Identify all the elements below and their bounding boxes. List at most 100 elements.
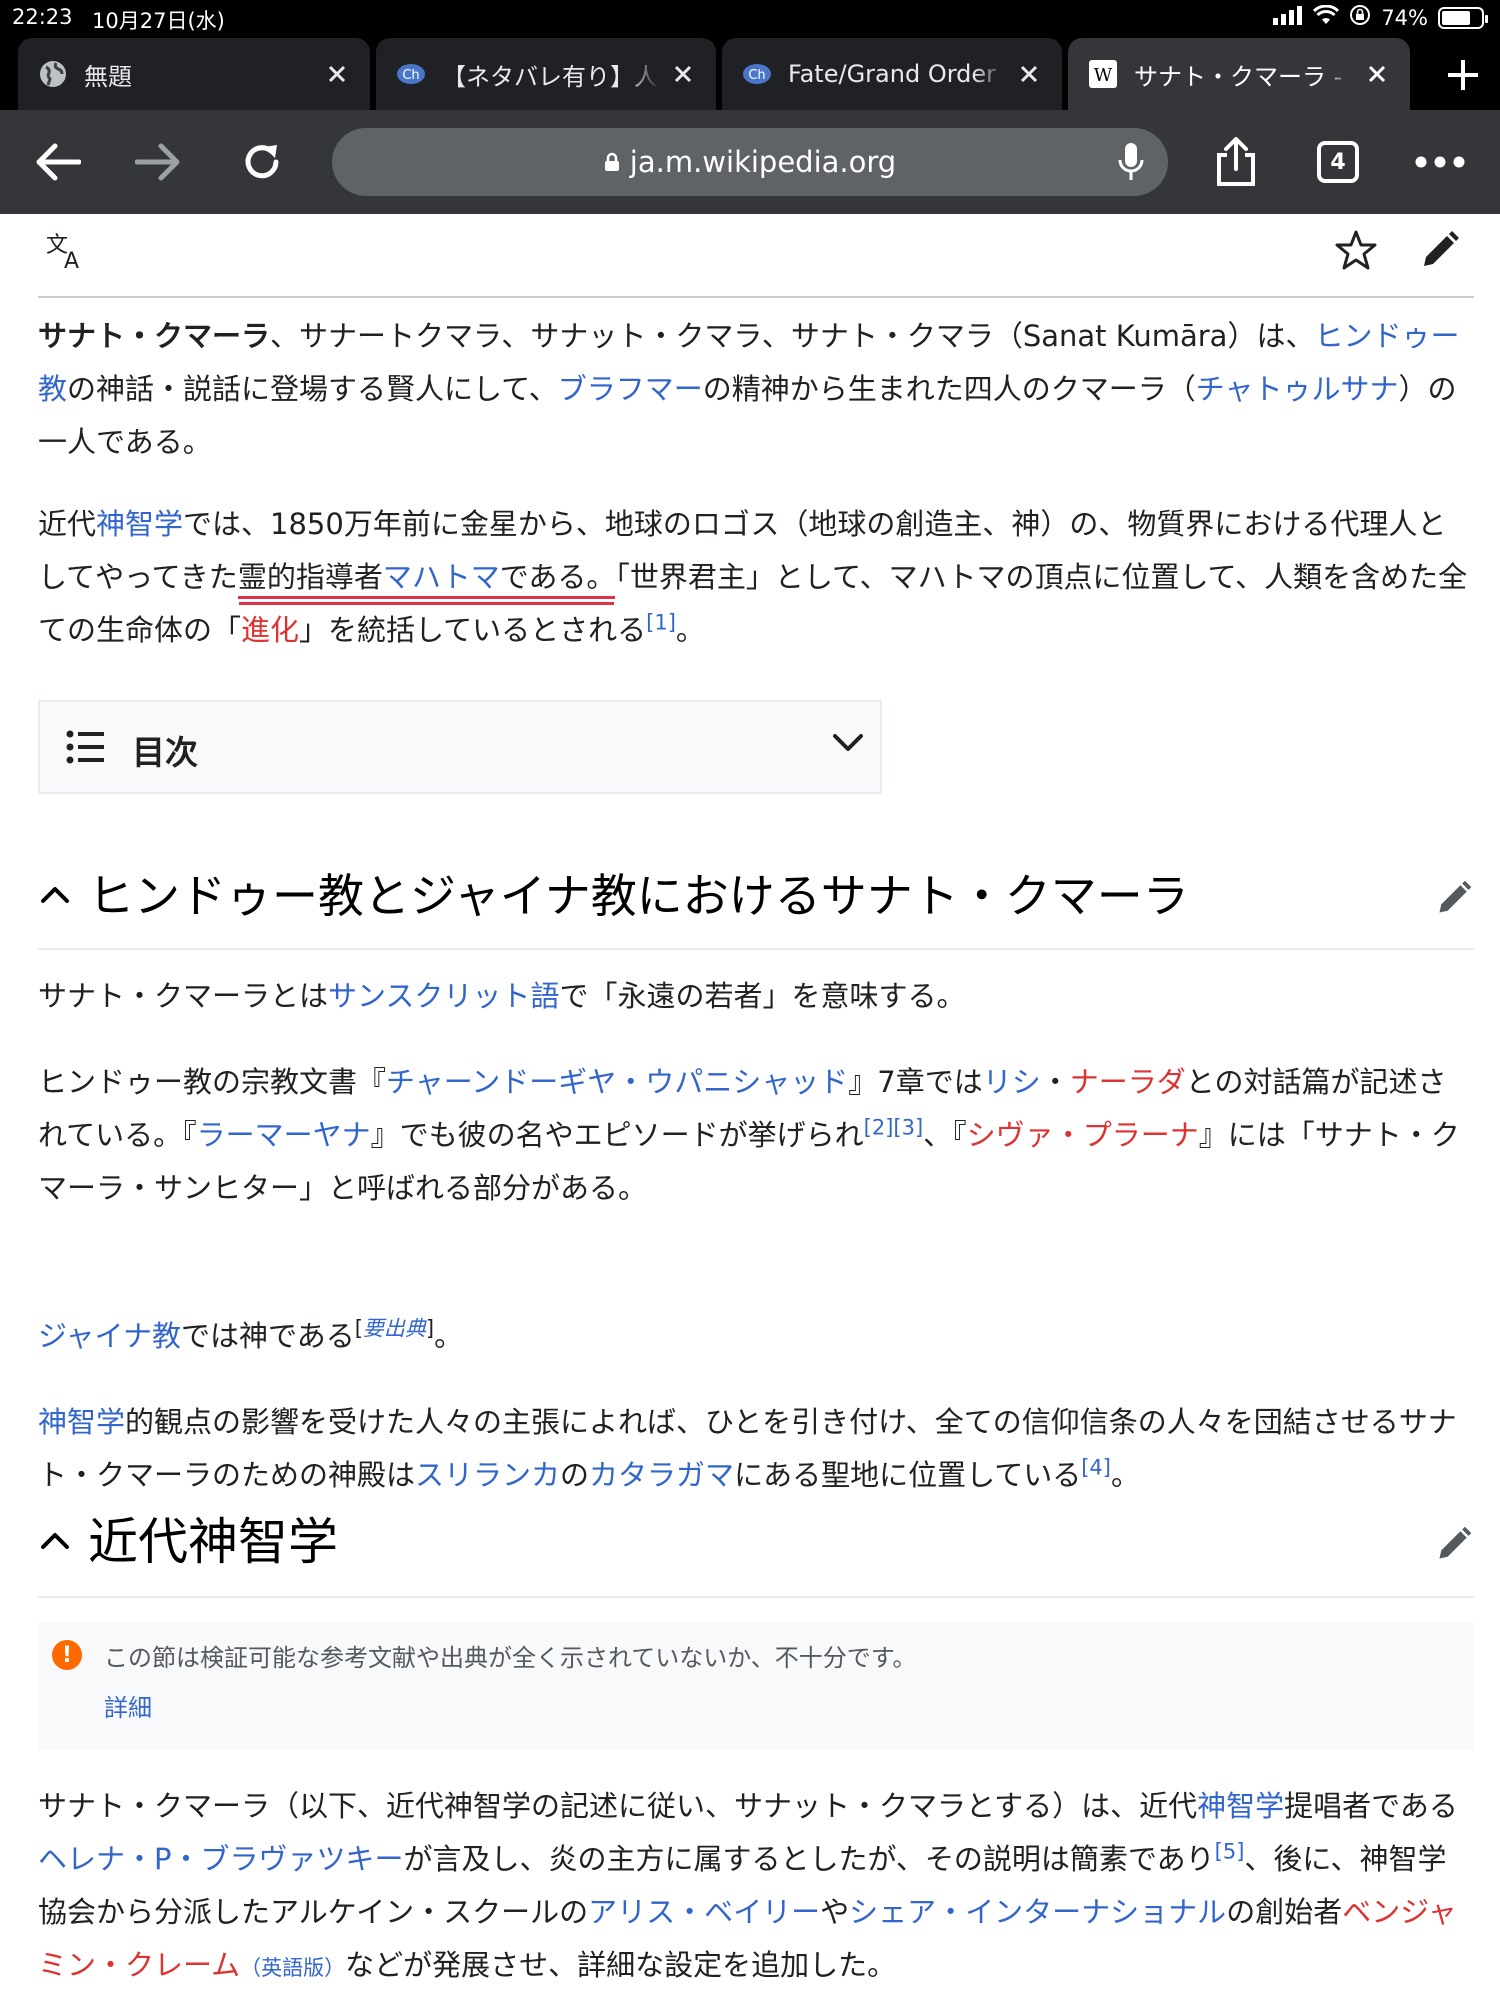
link-theosophy[interactable]: 神智学 (1197, 1789, 1284, 1823)
reference-4[interactable]: [4] (1081, 1455, 1111, 1479)
text: 提唱者である (1284, 1789, 1458, 1823)
link-english-version[interactable]: （英語版） (240, 1956, 345, 1980)
watch-star-icon[interactable] (1334, 228, 1378, 276)
tab-title: サナト・クマーラ - (1134, 62, 1343, 91)
text: の創始者 (1226, 1895, 1343, 1929)
chevron-up-icon[interactable] (40, 884, 70, 908)
forward-icon[interactable] (128, 132, 188, 192)
edit-pencil-icon[interactable] (1434, 1524, 1474, 1568)
redlink-narada[interactable]: ナーラダ (1070, 1065, 1186, 1099)
text: ・ (1040, 1065, 1070, 1099)
address-bar[interactable]: ja.m.wikipedia.org (332, 128, 1168, 196)
text: 近代 (38, 507, 97, 541)
browser-tab-active[interactable]: W サナト・クマーラ - (1068, 38, 1410, 110)
section2-paragraph-1: サナト・クマーラ（以下、近代神智学の記述に従い、サナット・クマラとする）は、近代… (38, 1780, 1474, 1995)
tab-close-icon[interactable] (668, 59, 698, 89)
reload-icon[interactable] (232, 132, 292, 192)
browser-toolbar: ja.m.wikipedia.org 4 (0, 110, 1500, 214)
browser-tab[interactable]: 無題 (18, 38, 370, 110)
text: サナト・クマーラ（以下、近代神智学の記述に従い、サナット・クマラとする）は、近代 (38, 1789, 1198, 1823)
tab-close-icon[interactable] (1362, 59, 1392, 89)
link-theosophy[interactable]: 神智学 (96, 507, 183, 541)
link-mahatma[interactable]: マハトマ (383, 560, 500, 594)
text: 、サナートクマラ、サナット・クマラ、サナト・クマラ（Sanat Kumāra）は… (270, 319, 1315, 353)
svg-text:W: W (1094, 65, 1113, 86)
link-kataragama[interactable]: カタラガマ (589, 1458, 734, 1492)
section-title: ヒンドゥー教とジャイナ教におけるサナト・クマーラ (88, 869, 1189, 923)
link-brahma[interactable]: ブラフマー (558, 372, 703, 406)
link-sanskrit[interactable]: サンスクリット語 (328, 979, 559, 1013)
svg-text:A: A (64, 249, 79, 274)
web-page: 文A サナト・クマーラ、サナートクマラ、サナット・クマラ、サナト・クマラ（San… (0, 214, 1500, 2000)
tab-title: 無題 (84, 62, 132, 91)
share-icon[interactable] (1206, 132, 1266, 192)
tab-strip: 無題 Ch 【ネタバレ有り】人 Ch Fate/Grand Order W サナ… (0, 38, 1500, 110)
status-bar: 22:23 10月27日(水) 74% (0, 0, 1500, 38)
svg-text:Ch: Ch (402, 68, 419, 83)
text: で「永遠の若者」を意味する。 (559, 979, 966, 1013)
text: などが発展させ、詳細な設定を追加した。 (345, 1948, 897, 1982)
reference-1[interactable]: [1] (646, 610, 676, 634)
status-time: 22:23 (12, 5, 73, 29)
intro-paragraph-1: サナト・クマーラ、サナートクマラ、サナット・クマラ、サナト・クマラ（Sanat … (38, 310, 1474, 469)
wifi-icon (1313, 4, 1340, 30)
text: では神である (180, 1319, 355, 1353)
tab-switcher-button[interactable]: 4 (1308, 132, 1368, 192)
notice-details-link[interactable]: 詳細 (104, 1688, 152, 1723)
redlink-shiva-purana[interactable]: シヴァ・プラーナ (967, 1118, 1199, 1152)
reference-5[interactable]: [5] (1215, 1839, 1245, 1863)
highlighted-text: 霊的指導者マハトマである。 (237, 560, 616, 599)
text: [ (354, 1316, 363, 1341)
text: 。 (1110, 1458, 1140, 1492)
reference-2[interactable]: [2] (864, 1115, 894, 1139)
browser-tab[interactable]: Ch Fate/Grand Order (722, 38, 1062, 110)
chevron-up-icon[interactable] (40, 1530, 70, 1554)
section-heading-modern-theosophy[interactable]: 近代神智学 (38, 1498, 1474, 1598)
link-blavatsky[interactable]: ヘレナ・P・ブラヴァツキー (38, 1842, 404, 1876)
text: サナト・クマーラとは (38, 979, 329, 1013)
list-icon (66, 730, 104, 768)
text: の精神から生まれた四人のクマーラ（ (702, 372, 1196, 406)
browser-tab[interactable]: Ch 【ネタバレ有り】人 (376, 38, 716, 110)
link-sri-lanka[interactable]: スリランカ (415, 1458, 560, 1492)
toc-label: 目次 (132, 733, 198, 772)
redlink-evolution[interactable]: 進化 (241, 613, 299, 647)
tab-close-icon[interactable] (1014, 59, 1044, 89)
section1-paragraph-2: ヒンドゥー教の宗教文書『チャーンドーギヤ・ウパニシャッド』7章ではリシ・ナーラダ… (38, 1056, 1474, 1215)
mic-icon[interactable] (1118, 142, 1144, 189)
link-ramayana[interactable]: ラーマーヤナ (197, 1118, 371, 1152)
text: である。 (499, 560, 616, 594)
back-icon[interactable] (28, 132, 88, 192)
reference-3[interactable]: [3] (893, 1115, 923, 1139)
svg-text:Ch: Ch (748, 68, 765, 83)
battery-icon (1438, 6, 1488, 29)
section1-paragraph-3: ジャイナ教では神である[要出典]。 (38, 1310, 1474, 1363)
new-tab-icon[interactable] (1440, 52, 1486, 98)
text: 。 (675, 613, 705, 647)
more-menu-icon[interactable] (1410, 132, 1470, 192)
text: 。 (434, 1319, 464, 1353)
tab-close-icon[interactable] (322, 59, 352, 89)
link-share-international[interactable]: シェア・インターナショナル (849, 1895, 1226, 1929)
edit-pencil-icon[interactable] (1418, 228, 1462, 276)
citation-needed-link[interactable]: 要出典 (363, 1316, 426, 1340)
text: ] (425, 1316, 435, 1341)
battery-percent: 74% (1381, 5, 1428, 30)
language-icon[interactable]: 文A (44, 228, 90, 278)
edit-pencil-icon[interactable] (1434, 878, 1474, 922)
url-text: ja.m.wikipedia.org (629, 145, 897, 179)
table-of-contents[interactable]: 目次 (38, 700, 882, 794)
link-alice-bailey[interactable]: アリス・ベイリー (588, 1895, 820, 1929)
text: 、『 (923, 1118, 967, 1152)
text: が言及し、炎の主方に属するとしたが、その説明は簡素であり (403, 1842, 1215, 1876)
notice-box: ! この節は検証可能な参考文献や出典が全く示されていないか、不十分です。 詳細 (38, 1622, 1474, 1750)
globe-icon (36, 57, 70, 91)
link-theosophy[interactable]: 神智学 (38, 1405, 125, 1439)
link-rishi[interactable]: リシ (983, 1065, 1041, 1099)
text: ヒンドゥー教の宗教文書『 (38, 1065, 387, 1099)
status-indicators: 74% (1273, 4, 1488, 31)
section-heading-hinduism-jainism[interactable]: ヒンドゥー教とジャイナ教におけるサナト・クマーラ (38, 854, 1474, 950)
link-chandogya[interactable]: チャーンドーギヤ・ウパニシャッド (386, 1065, 848, 1099)
link-jainism[interactable]: ジャイナ教 (38, 1319, 181, 1353)
link-chatursana[interactable]: チャトゥルサナ (1196, 372, 1399, 406)
